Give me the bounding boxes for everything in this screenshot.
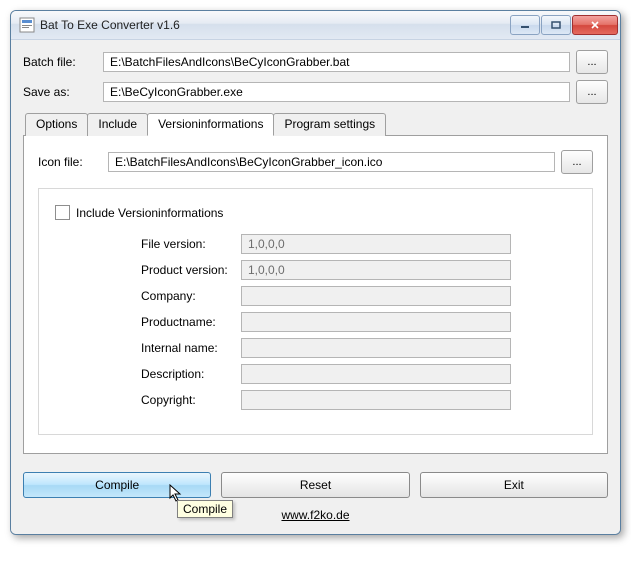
- file-version-input: [241, 234, 511, 254]
- maximize-button[interactable]: [541, 15, 571, 35]
- copyright-label: Copyright:: [141, 393, 241, 407]
- tabs: Options Include Versioninformations Prog…: [23, 112, 608, 454]
- product-version-input: [241, 260, 511, 280]
- productname-input: [241, 312, 511, 332]
- product-version-row: Product version:: [141, 260, 580, 280]
- file-version-row: File version:: [141, 234, 580, 254]
- company-row: Company:: [141, 286, 580, 306]
- include-versioninfo-checkbox[interactable]: [55, 205, 70, 220]
- icon-file-input[interactable]: [108, 152, 555, 172]
- description-row: Description:: [141, 364, 580, 384]
- copyright-input: [241, 390, 511, 410]
- product-version-label: Product version:: [141, 263, 241, 277]
- saveas-row: Save as: ...: [23, 80, 608, 104]
- tab-include[interactable]: Include: [87, 113, 148, 136]
- saveas-label: Save as:: [23, 85, 97, 99]
- reset-button[interactable]: Reset: [221, 472, 409, 498]
- productname-row: Productname:: [141, 312, 580, 332]
- compile-button[interactable]: Compile: [23, 472, 211, 498]
- internalname-label: Internal name:: [141, 341, 241, 355]
- include-versioninfo-row[interactable]: Include Versioninformations: [55, 205, 580, 220]
- icon-file-row: Icon file: ...: [38, 150, 593, 174]
- window-title: Bat To Exe Converter v1.6: [40, 18, 510, 32]
- copyright-row: Copyright:: [141, 390, 580, 410]
- close-button[interactable]: [572, 15, 618, 35]
- tab-options[interactable]: Options: [25, 113, 88, 136]
- productname-label: Productname:: [141, 315, 241, 329]
- tab-strip: Options Include Versioninformations Prog…: [23, 113, 608, 136]
- app-window: Bat To Exe Converter v1.6 Batch file: ..…: [10, 10, 621, 535]
- tab-panel-versioninformations: Icon file: ... Include Versioninformatio…: [23, 135, 608, 454]
- batch-browse-button[interactable]: ...: [576, 50, 608, 74]
- tab-program-settings[interactable]: Program settings: [273, 113, 386, 136]
- internalname-input: [241, 338, 511, 358]
- compile-tooltip: Compile: [177, 500, 233, 518]
- company-label: Company:: [141, 289, 241, 303]
- include-versioninfo-label: Include Versioninformations: [76, 206, 223, 220]
- window-controls: [510, 15, 618, 35]
- icon-file-label: Icon file:: [38, 155, 102, 169]
- bottom-button-bar: Compile Reset Exit Compile: [23, 472, 608, 498]
- client-area: Batch file: ... Save as: ... Options Inc…: [11, 40, 620, 534]
- saveas-browse-button[interactable]: ...: [576, 80, 608, 104]
- batch-file-label: Batch file:: [23, 55, 97, 69]
- description-label: Description:: [141, 367, 241, 381]
- versioninfo-group: Include Versioninformations File version…: [38, 188, 593, 435]
- saveas-input[interactable]: [103, 82, 570, 102]
- footer-link[interactable]: www.f2ko.de: [23, 508, 608, 522]
- titlebar[interactable]: Bat To Exe Converter v1.6: [11, 11, 620, 40]
- app-icon: [19, 17, 35, 33]
- batch-file-row: Batch file: ...: [23, 50, 608, 74]
- company-input: [241, 286, 511, 306]
- exit-button[interactable]: Exit: [420, 472, 608, 498]
- icon-browse-button[interactable]: ...: [561, 150, 593, 174]
- description-input: [241, 364, 511, 384]
- tab-versioninformations[interactable]: Versioninformations: [147, 113, 274, 136]
- file-version-label: File version:: [141, 237, 241, 251]
- minimize-button[interactable]: [510, 15, 540, 35]
- batch-file-input[interactable]: [103, 52, 570, 72]
- internalname-row: Internal name:: [141, 338, 580, 358]
